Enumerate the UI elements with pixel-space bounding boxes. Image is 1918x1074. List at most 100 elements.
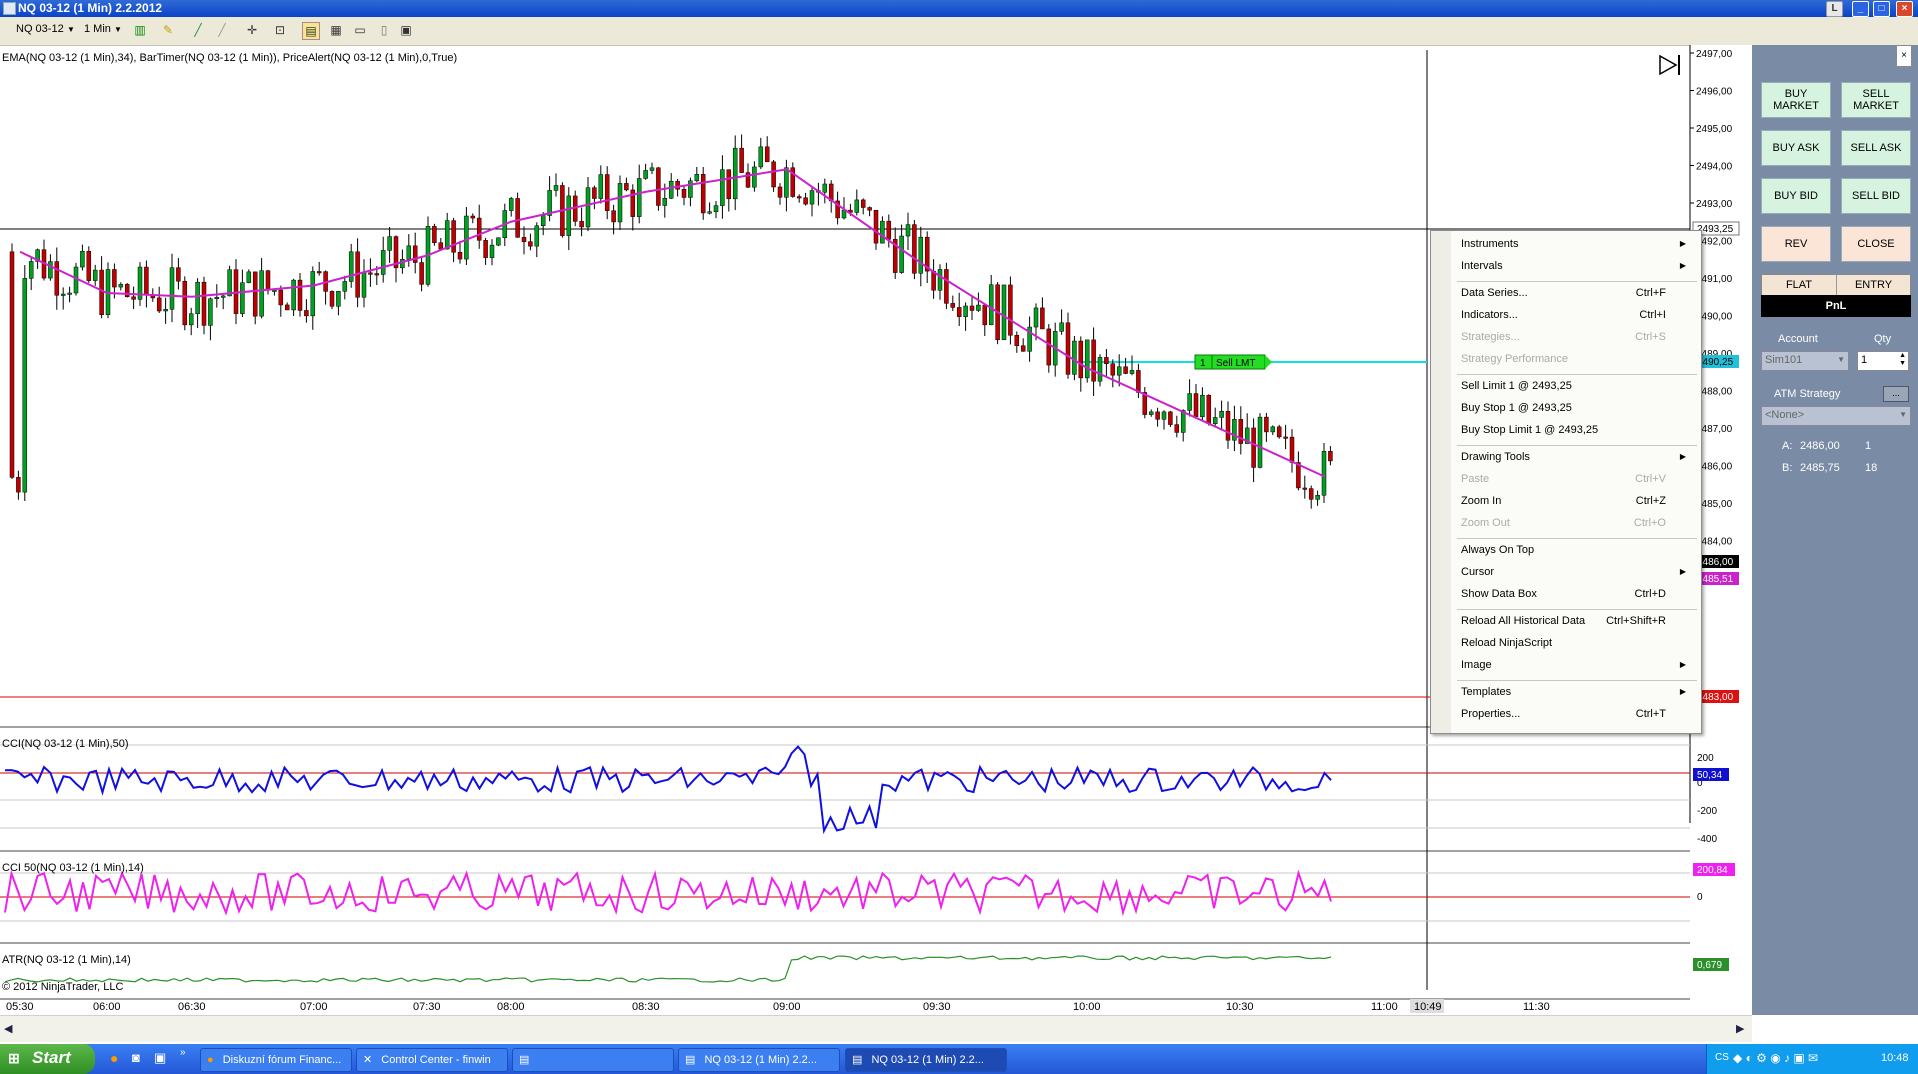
buy-ask-button[interactable]: BUY ASK bbox=[1761, 130, 1831, 166]
candle-body bbox=[54, 261, 60, 296]
close-window-button[interactable]: × bbox=[1896, 1, 1913, 17]
sell-ask-button[interactable]: SELL ASK bbox=[1841, 130, 1911, 166]
chevron-down-icon[interactable]: ▼ bbox=[67, 25, 75, 34]
task-control-center[interactable]: ✕ Control Center - finwin bbox=[356, 1048, 508, 1072]
draw-line-icon[interactable]: ╱ bbox=[190, 22, 206, 38]
scroll-left-icon[interactable]: ◀ bbox=[4, 1022, 12, 1035]
candle-body bbox=[1193, 393, 1199, 418]
buy-bid-button[interactable]: BUY BID bbox=[1761, 178, 1831, 214]
candle-body bbox=[668, 180, 674, 199]
menu-item-templates[interactable]: Templates ▶ bbox=[1461, 683, 1696, 701]
properties-icon[interactable]: ▭ bbox=[352, 22, 368, 38]
menu-item-label: Instruments bbox=[1461, 238, 1519, 250]
start-button[interactable]: ⊞ Start bbox=[0, 1044, 95, 1074]
candle-body bbox=[585, 187, 591, 228]
menu-item-cursor[interactable]: Cursor ▶ bbox=[1461, 563, 1696, 581]
candle-body bbox=[508, 198, 514, 211]
price-tick: 2493,00 bbox=[1696, 199, 1733, 210]
chart-trader-icon[interactable]: ▤ bbox=[302, 22, 320, 40]
submenu-arrow-icon: ▶ bbox=[1679, 567, 1686, 576]
scroll-right-icon[interactable]: ▶ bbox=[1736, 1022, 1744, 1035]
interval-selector[interactable]: 1 Min bbox=[84, 23, 111, 35]
candle-body bbox=[809, 190, 815, 205]
close-position-button[interactable]: CLOSE bbox=[1841, 226, 1911, 262]
menu-item-drawing-tools[interactable]: Drawing Tools ▶ bbox=[1461, 448, 1696, 466]
language-indicator[interactable]: CS bbox=[1715, 1052, 1729, 1063]
zoom-icon[interactable]: ⊡ bbox=[272, 22, 288, 38]
menu-item-reload-ninjascript[interactable]: Reload NinjaScript bbox=[1461, 634, 1696, 652]
task-chart-empty[interactable]: ▤ bbox=[512, 1048, 674, 1072]
qty-stepper-up-icon[interactable]: ▲ bbox=[1899, 352, 1906, 359]
bid-label: B: bbox=[1782, 462, 1793, 474]
atm-config-button[interactable]: ... bbox=[1883, 386, 1909, 402]
chevron-down-icon[interactable]: ▼ bbox=[1899, 410, 1907, 419]
menu-item-image[interactable]: Image ▶ bbox=[1461, 656, 1696, 674]
chevron-down-icon[interactable]: ▼ bbox=[1837, 355, 1845, 364]
split-icon[interactable]: ▯ bbox=[376, 22, 392, 38]
taskbar: ⊞ Start ● ◙ ▣ » ● Diskuzní fórum Financ.… bbox=[0, 1044, 1918, 1074]
menu-item-always-on-top[interactable]: Always On Top bbox=[1461, 541, 1696, 559]
maximize-button[interactable]: □ bbox=[1873, 1, 1890, 17]
sell-market-button[interactable]: SELL MARKET bbox=[1841, 82, 1911, 118]
quicklaunch-more-icon[interactable]: » bbox=[180, 1047, 186, 1058]
candle-body bbox=[80, 251, 85, 268]
buy-market-button[interactable]: BUY MARKET bbox=[1761, 82, 1831, 118]
candle-body bbox=[1020, 345, 1026, 352]
menu-item-buy-stop-limit-1-2493-25[interactable]: Buy Stop Limit 1 @ 2493,25 bbox=[1461, 421, 1696, 439]
time-tick: 10:00 bbox=[1073, 1001, 1101, 1013]
chevron-down-icon[interactable]: ▼ bbox=[114, 25, 122, 34]
qty-input[interactable]: 1 bbox=[1861, 354, 1867, 366]
crosshair-icon[interactable]: ✛ bbox=[244, 22, 260, 38]
tray-icons[interactable]: ◆ ◐ ⚙ ◉ ♪ ▣ ✉ bbox=[1733, 1051, 1818, 1065]
price-tick: 2495,00 bbox=[1696, 124, 1733, 135]
menu-shortcut: Ctrl+F bbox=[1635, 287, 1666, 299]
menu-item-indicators[interactable]: Indicators... Ctrl+I bbox=[1461, 306, 1696, 324]
menu-item-instruments[interactable]: Instruments ▶ bbox=[1461, 235, 1696, 253]
atm-strategy-select[interactable]: <None> bbox=[1765, 409, 1804, 421]
account-select[interactable]: Sim101 bbox=[1765, 354, 1802, 366]
reverse-button[interactable]: REV bbox=[1761, 226, 1831, 262]
task-active-chart[interactable]: ▤ NQ 03-12 (1 Min) 2.2... bbox=[845, 1048, 1007, 1072]
eraser-icon[interactable]: ╱ bbox=[214, 22, 230, 38]
qty-stepper-down-icon[interactable]: ▼ bbox=[1899, 360, 1906, 367]
link-button[interactable]: L bbox=[1826, 1, 1843, 17]
candle-body bbox=[1014, 335, 1020, 346]
app-icon[interactable]: ▣ bbox=[154, 1050, 166, 1066]
title-bar: NQ 03-12 (1 Min) 2.2.2012 L _ □ × bbox=[0, 0, 1918, 17]
firefox-icon[interactable]: ● bbox=[110, 1050, 118, 1066]
menu-item-zoom-in[interactable]: Zoom In Ctrl+Z bbox=[1461, 492, 1696, 510]
flat-button[interactable]: FLAT bbox=[1762, 275, 1837, 295]
sell-bid-button[interactable]: SELL BID bbox=[1841, 178, 1911, 214]
bar-type-icon[interactable]: ▥ bbox=[132, 22, 148, 38]
menu-separator bbox=[1457, 281, 1697, 282]
menu-item-sell-limit-1-2493-25[interactable]: Sell Limit 1 @ 2493,25 bbox=[1461, 377, 1696, 395]
template-icon[interactable]: ▣ bbox=[398, 22, 414, 38]
candle-body bbox=[1174, 424, 1180, 433]
skip-to-end-icon[interactable] bbox=[1659, 54, 1680, 76]
menu-item-show-data-box[interactable]: Show Data Box Ctrl+D bbox=[1461, 585, 1696, 603]
candle-body bbox=[777, 186, 783, 198]
task-forum[interactable]: ● Diskuzní fórum Financ... bbox=[200, 1048, 352, 1072]
candle-body bbox=[521, 237, 527, 242]
menu-item-intervals[interactable]: Intervals ▶ bbox=[1461, 257, 1696, 275]
instrument-selector[interactable]: NQ 03-12 bbox=[16, 23, 64, 35]
chart-scrollbar[interactable]: ◀ ▶ bbox=[0, 1015, 1752, 1042]
menu-item-properties[interactable]: Properties... Ctrl+T bbox=[1461, 705, 1696, 723]
entry-button[interactable]: ENTRY bbox=[1837, 275, 1910, 295]
pnl-display: PnL bbox=[1761, 295, 1911, 317]
menu-item-label: Data Series... bbox=[1461, 287, 1528, 299]
outlook-icon[interactable]: ◙ bbox=[132, 1050, 140, 1065]
candle-body bbox=[329, 291, 335, 307]
sell-limit-order-tag[interactable]: 1 Sell LMT bbox=[1194, 354, 1272, 370]
task-chart-window[interactable]: ▤ NQ 03-12 (1 Min) 2.2... bbox=[678, 1048, 840, 1072]
candle-body bbox=[822, 183, 828, 193]
data-series-icon[interactable]: ▦ bbox=[328, 22, 344, 38]
menu-item-data-series[interactable]: Data Series... Ctrl+F bbox=[1461, 284, 1696, 302]
menu-item-reload-all-historical-data[interactable]: Reload All Historical Data Ctrl+Shift+R bbox=[1461, 612, 1696, 630]
minimize-button[interactable]: _ bbox=[1852, 1, 1869, 17]
price-tick: 2494,00 bbox=[1696, 162, 1733, 173]
close-panel-icon[interactable]: × bbox=[1896, 45, 1912, 67]
pencil-icon[interactable]: ✎ bbox=[160, 22, 176, 38]
menu-item-label: Sell Limit 1 @ 2493,25 bbox=[1461, 380, 1572, 392]
menu-item-buy-stop-1-2493-25[interactable]: Buy Stop 1 @ 2493,25 bbox=[1461, 399, 1696, 417]
